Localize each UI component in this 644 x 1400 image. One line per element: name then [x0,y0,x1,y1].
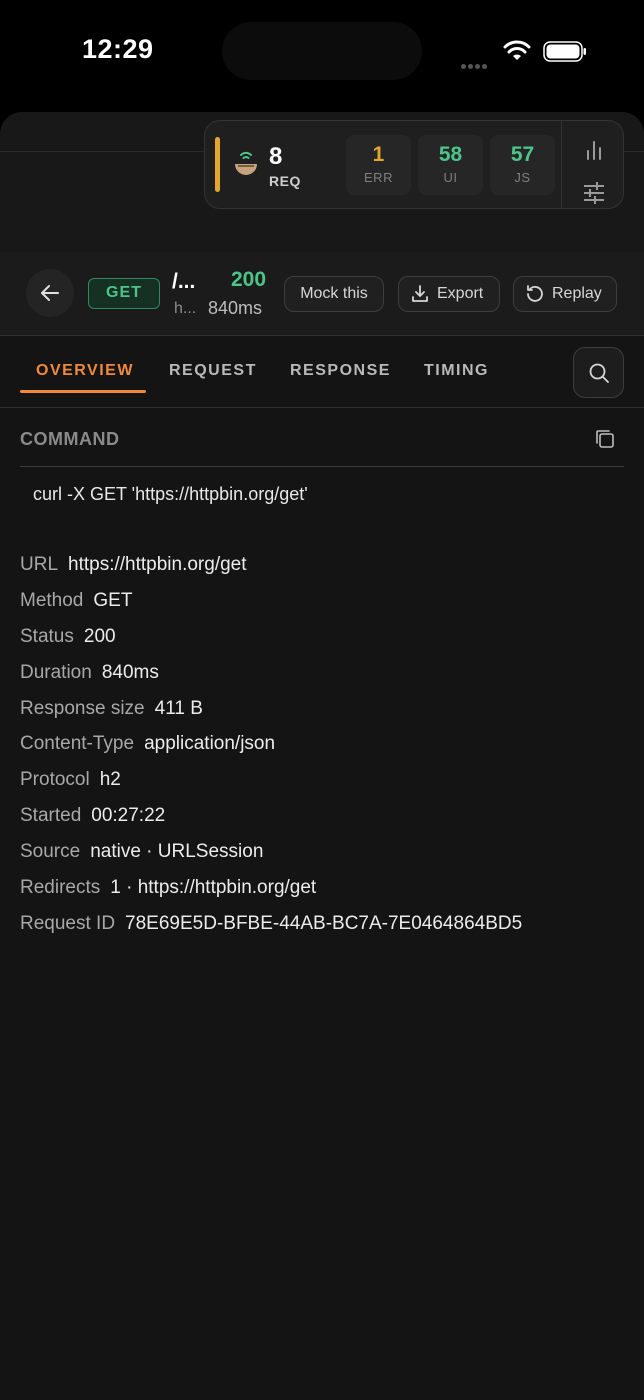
request-path: /... [172,270,196,293]
detail-value: 840ms [101,662,159,683]
dynamic-island [222,22,422,80]
download-icon [412,285,428,302]
detail-row-response-size: Response size 411 B [20,698,203,720]
command-divider [20,466,624,467]
tab-timing[interactable]: TIMING [424,362,489,380]
detail-row-duration: Duration 840ms [20,662,159,684]
request-count: 8 [269,143,283,170]
network-inspector-icon [235,151,257,175]
method-badge: GET [88,278,160,309]
request-host: h... [174,300,197,317]
detail-row-source: Source native · URLSession [20,841,263,863]
tab-request[interactable]: REQUEST [169,362,257,380]
detail-value: 00:27:22 [91,805,166,826]
detail-key: Protocol [20,769,90,790]
js-count-tile[interactable]: 57 JS [490,135,555,195]
detail-key: Request ID [20,913,116,934]
export-button[interactable]: Export [398,276,500,312]
battery-icon [543,41,586,62]
export-label: Export [437,285,484,302]
detail-key: Status [20,626,74,647]
detail-key: Method [20,590,84,611]
replay-button[interactable]: Replay [513,276,617,312]
error-count-tile[interactable]: 1 ERR [346,135,411,195]
sliders-icon[interactable] [582,181,606,205]
search-button[interactable] [573,347,624,398]
detail-row-content-type: Content-Type application/json [20,733,275,755]
tab-overview[interactable]: OVERVIEW [36,362,134,380]
detail-value: native · URLSession [90,841,264,862]
replay-label: Replay [552,285,602,302]
widget-separator [561,121,562,208]
copy-icon[interactable] [594,428,616,450]
network-stats-widget[interactable]: 8 REQ 1 ERR 58 UI 57 JS [204,120,624,209]
back-button[interactable] [26,269,74,317]
bar-chart-icon[interactable] [582,139,606,161]
status-code: 200 [231,268,267,291]
detail-row-url: URL https://httpbin.org/get [20,554,247,576]
request-detail-sheet: 8 REQ 1 ERR 58 UI 57 JS GET /... h... 20… [0,112,644,1400]
command-heading: COMMAND [20,429,120,449]
status-time: 12:29 [82,34,154,64]
detail-value: 78E69E5D-BFBE-44AB-BC7A-7E0464864BD5 [125,913,523,934]
detail-row-status: Status 200 [20,626,116,648]
request-count-label: REQ [269,173,301,189]
detail-key: URL [20,554,59,575]
detail-key: Started [20,805,82,826]
error-count-label: ERR [364,170,393,185]
detail-value: 200 [83,626,116,647]
tab-response[interactable]: RESPONSE [290,362,391,380]
widget-accent-bar [215,137,220,192]
detail-value: 411 B [154,698,203,719]
detail-row-request-id: Request ID 78E69E5D-BFBE-44AB-BC7A-7E0464… [20,913,522,935]
status-bar: 12:29 [0,0,644,112]
cellular-signal-icon [461,56,489,74]
detail-tabs: OVERVIEW REQUEST RESPONSE TIMING [0,336,644,408]
request-header: GET /... h... 200 840ms Mock this Export… [0,252,644,336]
detail-key: Redirects [20,877,101,898]
detail-row-protocol: Protocol h2 [20,769,121,791]
detail-row-method: Method GET [20,590,132,612]
request-duration: 840ms [208,298,263,318]
detail-key: Content-Type [20,733,135,754]
search-icon [589,363,609,383]
ui-count-tile[interactable]: 58 UI [418,135,483,195]
detail-value: https://httpbin.org/get [68,554,247,575]
detail-row-redirects: Redirects 1 · https://httpbin.org/get [20,877,316,899]
detail-row-started: Started 00:27:22 [20,805,165,827]
replay-icon [527,285,543,302]
error-count: 1 [372,143,385,166]
detail-key: Source [20,841,81,862]
js-count: 57 [510,143,535,166]
wifi-icon [503,40,531,60]
detail-value: h2 [99,769,121,790]
js-count-label: JS [514,170,531,185]
back-arrow-icon [41,285,59,301]
sheet-top: 8 REQ 1 ERR 58 UI 57 JS [0,112,644,252]
detail-key: Response size [20,698,145,719]
ui-count: 58 [438,143,463,166]
mock-this-button[interactable]: Mock this [284,276,384,312]
detail-value: GET [93,590,133,611]
curl-command[interactable]: curl -X GET 'https://httpbin.org/get' [33,484,308,505]
ui-count-label: UI [443,170,458,185]
detail-key: Duration [20,662,92,683]
active-tab-indicator [20,390,146,393]
detail-value: 1 · https://httpbin.org/get [110,877,317,898]
detail-value: application/json [144,733,276,754]
